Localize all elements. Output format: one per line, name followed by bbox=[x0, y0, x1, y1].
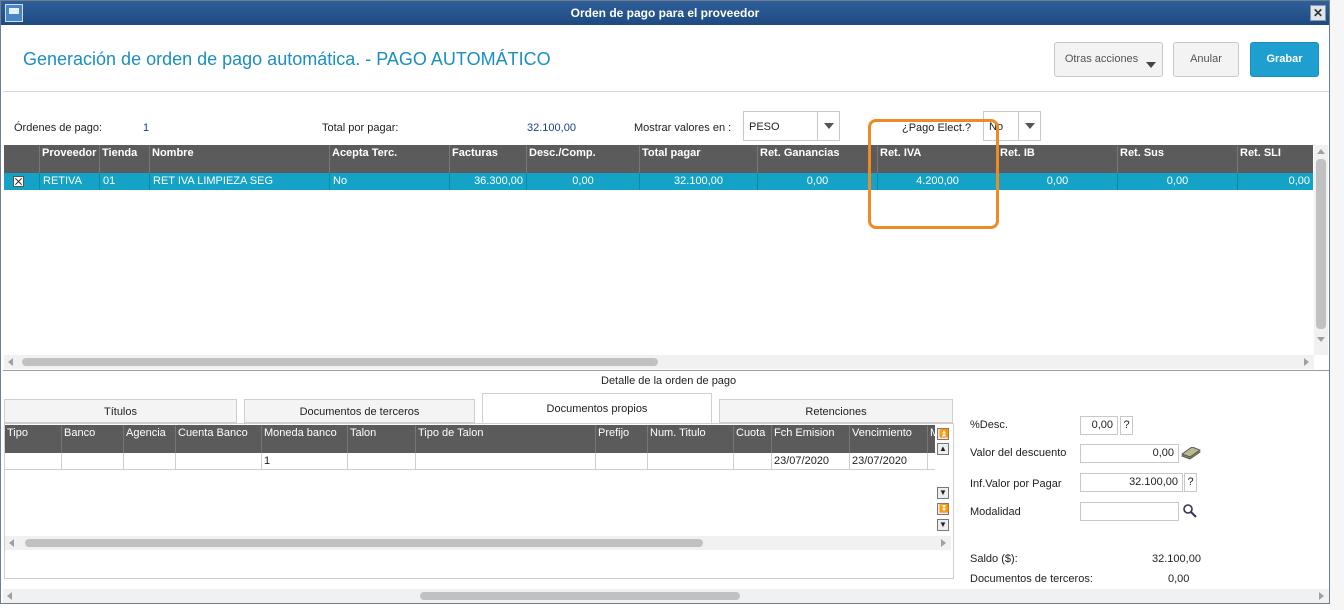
window-horizontal-scrollbar[interactable] bbox=[3, 589, 1329, 603]
table-cell[interactable]: 0,00 bbox=[757, 173, 877, 190]
select-col-header bbox=[4, 145, 39, 173]
scrollbar-thumb[interactable] bbox=[420, 592, 740, 600]
app-window-icon bbox=[5, 4, 23, 22]
window-title: Orden de pago para el proveedor bbox=[570, 6, 760, 20]
table-cell[interactable]: 0,00 bbox=[1117, 173, 1237, 190]
table-cell[interactable]: 0,00 bbox=[1237, 173, 1313, 190]
third-party-docs-label: Documentos de terceros: bbox=[970, 573, 1093, 585]
ret-iva-callout-highlight bbox=[868, 119, 999, 229]
col-header[interactable]: Tienda bbox=[99, 145, 149, 173]
payment-orders-label: Órdenes de pago: bbox=[14, 122, 103, 134]
other-actions-button[interactable]: Otras acciones bbox=[1054, 42, 1163, 77]
col-header[interactable]: Proveedor bbox=[39, 145, 99, 173]
col-header[interactable]: Ret. Sus bbox=[1117, 145, 1237, 173]
modality-field[interactable] bbox=[1080, 502, 1179, 521]
documents-panel-frame bbox=[4, 423, 954, 579]
table-cell[interactable]: 0,00 bbox=[526, 173, 639, 190]
table-row[interactable]: RETIVA 01 RET IVA LIMPIEZA SEG No 36.300… bbox=[4, 173, 1313, 190]
modality-label: Modalidad bbox=[970, 506, 1021, 518]
chevron-down-icon[interactable] bbox=[1018, 112, 1040, 140]
checkbox-checked-icon[interactable] bbox=[13, 176, 24, 187]
page-title: Generación de orden de pago automática. … bbox=[23, 49, 551, 69]
scroll-right-arrow-icon[interactable] bbox=[1319, 592, 1324, 600]
col-header[interactable]: Total pagar bbox=[639, 145, 757, 173]
table-cell[interactable]: 0,00 bbox=[997, 173, 1117, 190]
show-values-label: Mostrar valores en : bbox=[634, 122, 732, 134]
balance-label: Saldo ($): bbox=[970, 553, 1018, 565]
col-header[interactable]: Desc./Comp. bbox=[526, 145, 639, 173]
col-header[interactable]: Ret. IB bbox=[997, 145, 1117, 173]
discount-percent-field[interactable]: 0,00 bbox=[1080, 416, 1118, 435]
col-header[interactable]: Facturas bbox=[449, 145, 526, 173]
amount-to-pay-field[interactable]: 32.100,00 bbox=[1080, 473, 1183, 492]
chevron-down-icon bbox=[1146, 62, 1156, 68]
tab-titulos[interactable]: Títulos bbox=[4, 399, 237, 423]
col-header[interactable]: Ret. Ganancias bbox=[757, 145, 877, 173]
title-bar: Orden de pago para el proveedor ✕ bbox=[1, 1, 1329, 25]
col-header[interactable]: Acepta Terc. bbox=[329, 145, 449, 173]
table-cell[interactable]: No bbox=[329, 173, 449, 190]
table-cell[interactable]: RETIVA bbox=[39, 173, 99, 190]
scroll-up-arrow-icon[interactable] bbox=[1317, 149, 1325, 154]
table-cell[interactable]: 32.100,00 bbox=[639, 173, 757, 190]
close-button[interactable]: ✕ bbox=[1310, 5, 1326, 21]
tab-retenciones[interactable]: Retenciones bbox=[719, 399, 953, 423]
table-cell[interactable]: 36.300,00 bbox=[449, 173, 526, 190]
discount-percent-label: %Desc. bbox=[970, 419, 1008, 431]
dialog-window: Orden de pago para el proveedor ✕ Genera… bbox=[0, 0, 1330, 604]
row-select-cell[interactable] bbox=[4, 173, 39, 190]
grid-vertical-scrollbar[interactable] bbox=[1314, 145, 1328, 355]
money-icon[interactable] bbox=[1181, 447, 1201, 461]
help-button[interactable]: ? bbox=[1120, 416, 1133, 435]
orders-grid-header: Proveedor Tienda Nombre Acepta Terc. Fac… bbox=[4, 145, 1313, 173]
total-value: 32.100,00 bbox=[527, 122, 576, 134]
table-cell[interactable]: 01 bbox=[99, 173, 149, 190]
tab-documentos-propios[interactable]: Documentos propios bbox=[482, 393, 712, 423]
chevron-down-icon[interactable] bbox=[817, 112, 839, 140]
discount-value-field[interactable]: 0,00 bbox=[1080, 444, 1179, 463]
cancel-button[interactable]: Anular bbox=[1173, 42, 1239, 77]
section-divider bbox=[3, 370, 1329, 371]
tab-documentos-terceros[interactable]: Documentos de terceros bbox=[244, 399, 475, 423]
scroll-right-arrow-icon[interactable] bbox=[1304, 358, 1309, 366]
table-cell[interactable]: RET IVA LIMPIEZA SEG bbox=[149, 173, 329, 190]
col-header[interactable]: Ret. SLI bbox=[1237, 145, 1313, 173]
scrollbar-thumb[interactable] bbox=[1316, 159, 1326, 329]
total-label: Total por pagar: bbox=[322, 122, 399, 134]
scroll-down-arrow-icon[interactable] bbox=[1317, 337, 1325, 342]
help-button[interactable]: ? bbox=[1184, 473, 1197, 492]
search-icon[interactable] bbox=[1183, 504, 1197, 518]
payment-orders-value: 1 bbox=[143, 122, 150, 134]
balance-value: 32.100,00 bbox=[1152, 553, 1201, 565]
amount-to-pay-label: Inf.Valor por Pagar bbox=[970, 478, 1062, 490]
discount-value-label: Valor del descuento bbox=[970, 447, 1067, 459]
col-header[interactable]: Nombre bbox=[149, 145, 329, 173]
currency-select-value: PESO bbox=[749, 121, 780, 133]
scroll-left-arrow-icon[interactable] bbox=[7, 592, 12, 600]
detail-title: Detalle de la orden de pago bbox=[601, 375, 737, 387]
save-button[interactable]: Grabar bbox=[1250, 42, 1319, 77]
header-divider bbox=[3, 91, 1329, 92]
currency-select[interactable]: PESO bbox=[743, 111, 840, 141]
scroll-left-arrow-icon[interactable] bbox=[8, 358, 13, 366]
other-actions-label: Otras acciones bbox=[1064, 53, 1139, 65]
grid-horizontal-scrollbar[interactable] bbox=[4, 355, 1314, 369]
third-party-docs-value: 0,00 bbox=[1168, 573, 1190, 585]
background-window-strip bbox=[1330, 0, 1344, 610]
scrollbar-thumb[interactable] bbox=[22, 358, 658, 366]
